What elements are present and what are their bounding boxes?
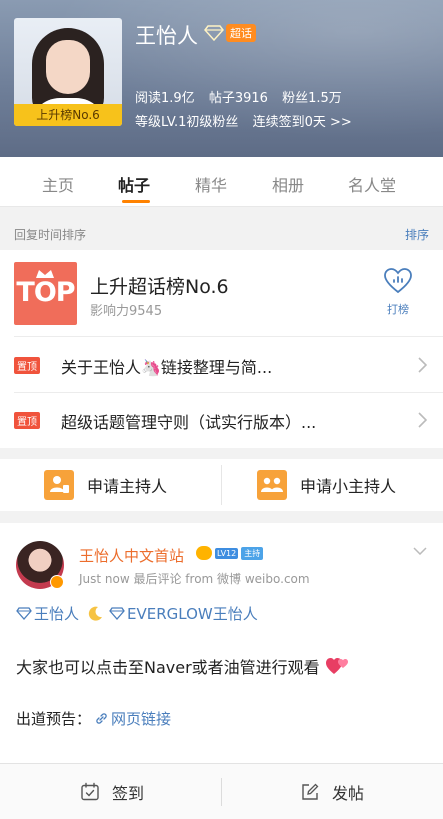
host-badge: 主持 [241,546,264,560]
verified-badge-icon [50,575,64,589]
crown-badge-icon [196,546,212,560]
post-body: 大家也可以点击至Naver或者油管进行观看 [16,654,350,678]
bottom-toolbar: 签到 发帖 [0,763,443,819]
host-actions: 申请主持人 申请小主持人 [0,459,443,511]
web-link[interactable]: 网页链接 [95,708,171,729]
link-icon [96,713,107,724]
topic-header: 上升榜No.6 王怡人 超话 阅读1.9亿 帖子3916 粉丝1.5万 等级LV… [0,0,443,157]
super-badge: 超话 [226,24,256,42]
new-post-button[interactable]: 发帖 [300,780,364,804]
tab-featured[interactable]: 精华 [195,172,227,196]
post-card[interactable]: 王怡人中文首站 LV12 主持 Just now 最后评论 from 微博 we… [0,523,443,763]
topic-tag-link[interactable]: 王怡人 [34,603,79,624]
level-badge: LV12 [215,547,239,559]
group-icon [257,470,287,500]
post-preview-line: 出道预告： 网页链接 [16,708,171,729]
apply-sub-host-button[interactable]: 申请小主持人 [257,470,396,500]
tab-home[interactable]: 主页 [42,172,74,196]
host-icon [44,470,74,500]
apply-host-button[interactable]: 申请主持人 [44,470,167,500]
chevron-right-icon [418,412,427,428]
pinned-post-title: 超级话题管理守则（试实行版本）... [61,413,317,432]
post-topic-tags: 王怡人 EVERGLOW王怡人 [16,603,258,624]
diamond-icon [109,607,125,620]
checkin-streak-link[interactable]: 连续签到0天 >> [253,115,352,130]
moon-icon [88,606,103,621]
pinned-post-title: 关于王怡人🦄链接整理与简... [61,358,273,377]
topic-name: 王怡人 [135,24,198,48]
ranking-card: TOP 上升超话榜No.6 影响力9545 打榜 置顶 关于王怡人🦄链接整理与简… [0,250,443,448]
vote-button-label[interactable]: 打榜 [384,301,412,317]
divider [221,778,222,806]
author-name[interactable]: 王怡人中文首站 [79,545,184,566]
divider [221,465,222,505]
calendar-check-icon [81,782,99,801]
rank-label: 上升榜No.6 [14,104,122,126]
tab-album[interactable]: 相册 [272,172,304,196]
topic-avatar[interactable]: 上升榜No.6 [14,18,122,126]
pinned-tag: 置顶 [14,357,40,374]
pinned-post-2[interactable]: 置顶 超级话题管理守则（试实行版本）... [0,392,443,448]
fan-count: 粉丝1.5万 [282,91,342,106]
sort-mode-label: 回复时间排序 [14,228,87,242]
hearts-emoji-icon [325,658,348,674]
heart-vote-icon[interactable] [384,268,412,294]
sort-bar: 回复时间排序 排序 [0,217,443,249]
sort-button[interactable]: 排序 [405,226,429,243]
pinned-tag: 置顶 [14,412,40,429]
diamond-icon [16,607,32,620]
level-row: 等级LV.1初级粉丝 连续签到0天 >> [135,111,362,130]
post-meta: Just now 最后评论 from 微博 weibo.com [79,572,310,586]
tab-hall-of-fame[interactable]: 名人堂 [348,172,396,196]
compose-icon [302,783,319,800]
topic-stats: 阅读1.9亿 帖子3916 粉丝1.5万 [135,87,352,106]
fan-level: 等级LV.1初级粉丝 [135,115,239,130]
ranking-title[interactable]: 上升超话榜No.6 [90,272,229,299]
super-topic-badge: 超话 [204,24,256,42]
tab-bar: 主页 帖子 精华 相册 名人堂 [0,157,443,207]
active-tab-indicator [122,200,150,203]
read-count: 阅读1.9亿 [135,91,195,106]
post-count: 帖子3916 [208,91,268,106]
top-logo: TOP [14,262,77,325]
checkin-button[interactable]: 签到 [80,780,144,804]
pinned-post-1[interactable]: 置顶 关于王怡人🦄链接整理与简... [0,337,443,393]
influence-score: 影响力9545 [90,304,163,319]
topic-tag-link[interactable]: EVERGLOW王怡人 [127,603,258,624]
preview-label: 出道预告： [16,710,92,728]
diamond-icon [204,25,224,41]
chevron-right-icon [418,357,427,373]
author-badges: LV12 主持 [196,546,264,560]
tab-posts[interactable]: 帖子 [118,172,150,196]
chevron-down-icon[interactable] [413,547,427,555]
